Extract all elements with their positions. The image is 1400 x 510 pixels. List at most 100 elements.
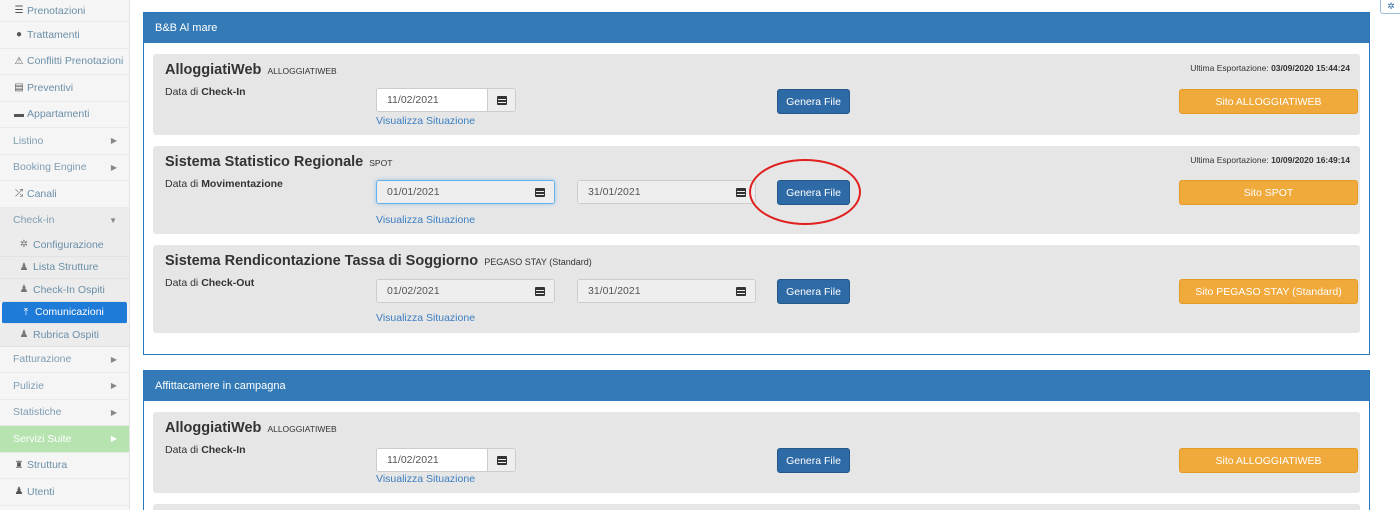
structure-panel: Affittacamere in campagna AlloggiatiWeb … (143, 370, 1370, 510)
calendar-button[interactable] (526, 280, 554, 302)
chevron-down-icon: ▼ (109, 215, 117, 225)
checkin-date-input[interactable]: 11/02/2021 (376, 448, 516, 472)
sidebar-item-label: Statistiche (13, 406, 62, 419)
calendar-button[interactable] (487, 449, 515, 471)
chevron-right-icon: ▶ (110, 434, 117, 444)
checkin-date-input[interactable]: 11/02/2021 (376, 88, 516, 112)
calendar-icon (736, 187, 746, 197)
date-value[interactable]: 31/01/2021 (578, 181, 727, 203)
card-name: Sistema Statistico Regionale (165, 154, 364, 170)
date-label-bold: Check-In (201, 444, 246, 456)
date-value[interactable]: 31/01/2021 (578, 280, 727, 302)
sidebar-item-servizi-suite[interactable]: Servizi Suite ▶ (0, 426, 129, 453)
date-label: Data di Check-Out (165, 277, 254, 289)
sidebar-subitem-rubrica-ospiti[interactable]: ♟ Rubrica Ospiti (0, 324, 129, 347)
calendar-button[interactable] (526, 181, 554, 203)
castle-icon: ♜ (14, 459, 24, 471)
date-value[interactable]: 01/02/2021 (377, 280, 526, 302)
site-button[interactable]: Sito SPOT (1179, 180, 1358, 205)
view-status-link[interactable]: Visualizza Situazione (376, 473, 475, 485)
sidebar-item-appartamenti[interactable]: ▬ Appartamenti (0, 102, 129, 128)
chevron-right-icon: ▶ (110, 136, 117, 146)
export-card-alloggiatiweb: AlloggiatiWeb ALLOGGIATIWEB Data di Chec… (153, 54, 1360, 135)
gear-icon: ✲ (1387, 0, 1395, 11)
sidebar-item-label: Pulizie (13, 379, 44, 392)
sidebar-subitem-label: Comunicazioni (35, 306, 104, 319)
export-card-alloggiatiweb: AlloggiatiWeb ALLOGGIATIWEB Data di Chec… (153, 412, 1360, 493)
date-label-prefix: Data di (165, 178, 202, 190)
card-name: AlloggiatiWeb (165, 62, 262, 78)
chevron-right-icon: ▶ (110, 381, 117, 391)
date-label-prefix: Data di (165, 444, 202, 456)
calendar-icon (496, 455, 507, 465)
date-label-prefix: Data di (165, 86, 202, 98)
sidebar-item-label: Canali (27, 187, 57, 200)
sidebar-subitem-comunicazioni[interactable]: ⤒ Comunicazioni (2, 301, 127, 324)
calendar-icon (736, 286, 746, 296)
sidebar-item-listino[interactable]: Listino ▶ (0, 128, 129, 155)
user-icon: ♟ (19, 284, 29, 296)
sidebar-item-pulizie[interactable]: Pulizie ▶ (0, 373, 129, 400)
site-button[interactable]: Sito ALLOGGIATIWEB (1179, 89, 1358, 114)
end-date-input[interactable]: 31/01/2021 (577, 180, 756, 204)
date-label: Data di Check-In (165, 86, 246, 98)
view-status-link[interactable]: Visualizza Situazione (376, 214, 475, 226)
sidebar-subitem-checkin-ospiti[interactable]: ♟ Check-In Ospiti (0, 279, 129, 302)
date-label-prefix: Data di (165, 277, 202, 289)
sidebar-subitem-lista-strutture[interactable]: ♟ Lista Strutture (0, 256, 129, 279)
sidebar-item-label: Prenotazioni (27, 4, 86, 17)
sidebar-item-preventivi[interactable]: ▤ Preventivi (0, 75, 129, 102)
sidebar-item-utenti[interactable]: ♟ Utenti (0, 479, 129, 506)
start-date-input[interactable]: 01/01/2021 (376, 180, 555, 204)
sidebar-item-booking-engine[interactable]: Booking Engine ▶ (0, 155, 129, 181)
site-button[interactable]: Sito PEGASO STAY (Standard) (1179, 279, 1358, 304)
generate-file-button[interactable]: Genera File (777, 89, 850, 114)
generate-file-button[interactable]: Genera File (777, 279, 850, 304)
sidebar-item-trattamenti[interactable]: ● Trattamenti (0, 22, 129, 49)
bed-icon: ▬ (14, 108, 24, 120)
list-icon: ☰ (14, 5, 24, 16)
structure-panel: B&B Al mare AlloggiatiWeb ALLOGGIATIWEB … (143, 12, 1370, 355)
last-export-label: Ultima Esportazione: (1190, 63, 1272, 73)
sidebar-item-struttura[interactable]: ♜ Struttura (0, 453, 129, 479)
start-date-input[interactable]: 01/02/2021 (376, 279, 555, 303)
sidebar-item-statistiche[interactable]: Statistiche ▶ (0, 400, 129, 426)
user-icon: ♟ (19, 329, 29, 341)
card-name: AlloggiatiWeb (165, 420, 262, 436)
sidebar-subitem-configurazione[interactable]: ✲ Configurazione (0, 234, 129, 257)
upload-icon: ⤒ (23, 306, 29, 318)
view-status-link[interactable]: Visualizza Situazione (376, 115, 475, 127)
sidebar-item-conflitti[interactable]: ⚠ Conflitti Prenotazioni (0, 49, 129, 75)
sidebar-item-label: Check-in (13, 214, 55, 227)
sidebar-item-label: Preventivi (27, 81, 74, 94)
calendar-button[interactable] (487, 89, 515, 111)
sidebar-item-label: Appartamenti (27, 108, 90, 121)
settings-corner-button[interactable]: ✲ (1380, 0, 1400, 14)
card-title: Sistema Rendicontazione Tassa di Soggior… (165, 253, 592, 269)
generate-file-button[interactable]: Genera File (777, 448, 850, 473)
document-icon: ▤ (14, 82, 24, 94)
view-status-link[interactable]: Visualizza Situazione (376, 312, 475, 324)
apple-icon: ● (15, 29, 23, 41)
date-label-bold: Movimentazione (201, 178, 283, 190)
export-card-next (153, 504, 1360, 510)
end-date-input[interactable]: 31/01/2021 (577, 279, 756, 303)
date-value[interactable]: 11/02/2021 (377, 449, 487, 471)
site-button[interactable]: Sito ALLOGGIATIWEB (1179, 448, 1358, 473)
date-value[interactable]: 11/02/2021 (377, 89, 487, 111)
date-value[interactable]: 01/01/2021 (377, 181, 526, 203)
chevron-right-icon: ▶ (110, 407, 117, 417)
warning-icon: ⚠ (14, 55, 24, 67)
calendar-icon (535, 286, 545, 296)
generate-file-button[interactable]: Genera File (777, 180, 850, 205)
calendar-button[interactable] (727, 280, 755, 302)
last-export: Ultima Esportazione: 03/09/2020 15:44:24 (1190, 63, 1350, 73)
last-export-label: Ultima Esportazione: (1190, 155, 1272, 165)
sidebar-item-prenotazioni[interactable]: ☰ Prenotazioni (0, 0, 129, 22)
card-title: AlloggiatiWeb ALLOGGIATIWEB (165, 420, 337, 436)
sidebar-item-fatturazione[interactable]: Fatturazione ▶ (0, 347, 129, 373)
sidebar-item-canali[interactable]: ⤮ Canali (0, 181, 129, 208)
date-label-bold: Check-In (201, 86, 246, 98)
calendar-button[interactable] (727, 181, 755, 203)
sidebar-item-checkin[interactable]: Check-in ▼ (0, 207, 129, 234)
